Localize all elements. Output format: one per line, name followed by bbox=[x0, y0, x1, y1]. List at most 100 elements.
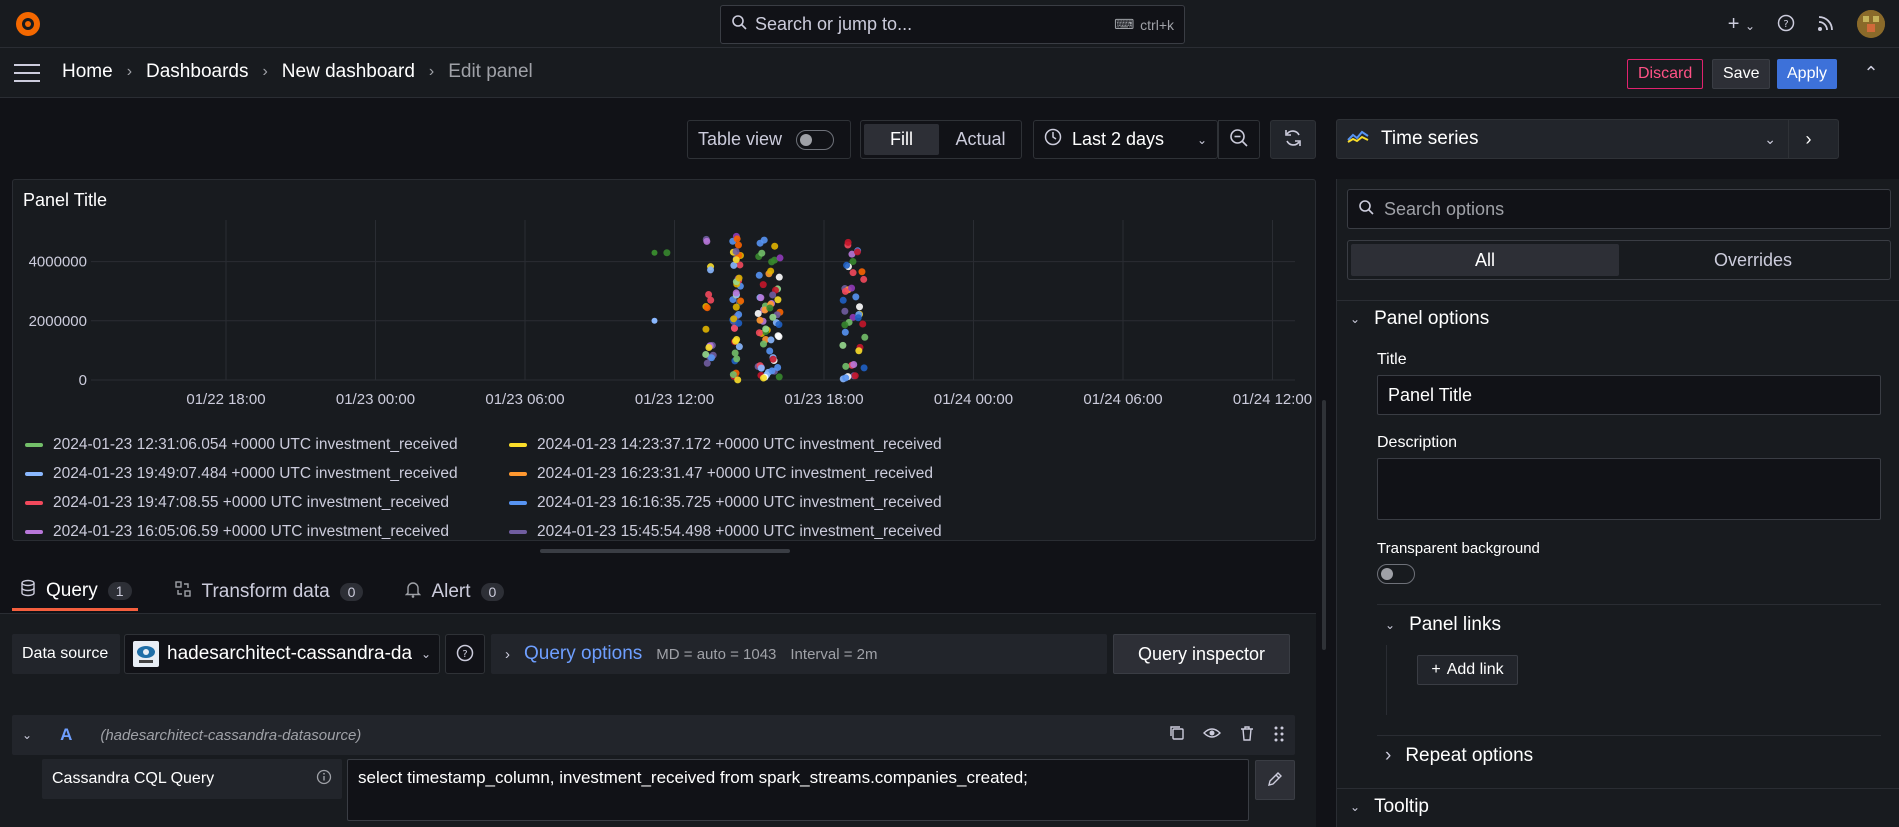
data-point bbox=[853, 248, 861, 256]
cql-label-text: Cassandra CQL Query bbox=[52, 770, 215, 787]
query-options-label[interactable]: Query options bbox=[524, 643, 642, 665]
data-point bbox=[703, 304, 711, 312]
panel-title[interactable]: Panel Title bbox=[23, 190, 107, 211]
news-feed-icon[interactable] bbox=[1817, 14, 1835, 35]
breadcrumb-dashboard[interactable]: New dashboard bbox=[282, 61, 415, 83]
legend-item[interactable]: 2024-01-23 12:31:06.054 +0000 UTC invest… bbox=[25, 436, 495, 454]
search-shortcut: ⌨ ctrl+k bbox=[1114, 16, 1174, 33]
transparent-bg-switch[interactable] bbox=[1377, 564, 1415, 584]
data-point bbox=[841, 328, 849, 336]
query-row-header[interactable]: ⌄ A (hadesarchitect-cassandra-datasource… bbox=[12, 715, 1295, 755]
zoom-out-button[interactable] bbox=[1218, 120, 1260, 159]
edit-query-button[interactable] bbox=[1255, 760, 1295, 800]
data-point bbox=[732, 248, 740, 256]
table-view-toggle[interactable]: Table view bbox=[687, 120, 851, 159]
data-point bbox=[703, 359, 711, 367]
table-view-switch[interactable] bbox=[796, 129, 835, 150]
query-options-bar[interactable]: › Query options MD = auto = 1043 Interva… bbox=[491, 634, 1107, 674]
legend-swatch bbox=[25, 442, 43, 447]
datasource-picker[interactable]: hadesarchitect-cassandra-da ⌄ bbox=[124, 634, 440, 674]
legend-item[interactable]: 2024-01-23 16:16:35.725 +0000 UTC invest… bbox=[509, 494, 942, 512]
eye-icon[interactable] bbox=[1203, 725, 1221, 746]
options-search-input[interactable]: Search options bbox=[1347, 189, 1891, 229]
transform-icon bbox=[174, 580, 192, 604]
query-inspector-button[interactable]: Query inspector bbox=[1113, 634, 1290, 674]
legend-item[interactable]: 2024-01-23 14:23:37.172 +0000 UTC invest… bbox=[509, 436, 942, 454]
tab-alert[interactable]: Alert 0 bbox=[397, 573, 510, 611]
chevron-down-icon[interactable]: ⌄ bbox=[22, 728, 32, 742]
data-point bbox=[755, 271, 763, 279]
search-bar[interactable]: Search or jump to... ⌨ ctrl+k bbox=[720, 5, 1185, 44]
legend-label: 2024-01-23 12:31:06.054 +0000 UTC invest… bbox=[53, 435, 458, 453]
time-series-icon bbox=[1347, 128, 1369, 150]
refresh-button[interactable] bbox=[1270, 120, 1316, 159]
data-point bbox=[732, 337, 740, 345]
scrollbar[interactable] bbox=[1322, 400, 1326, 650]
legend-label: 2024-01-23 16:23:31.47 +0000 UTC investm… bbox=[537, 464, 933, 482]
grafana-logo-icon[interactable] bbox=[14, 10, 42, 38]
breadcrumb-dashboards[interactable]: Dashboards bbox=[146, 61, 248, 83]
cassandra-logo-icon bbox=[133, 641, 159, 667]
data-point bbox=[731, 349, 739, 357]
tooltip-label: Tooltip bbox=[1374, 796, 1429, 817]
fill-button[interactable]: Fill bbox=[864, 124, 939, 155]
legend-label: 2024-01-23 16:05:06.59 +0000 UTC investm… bbox=[53, 522, 449, 540]
data-point bbox=[771, 242, 779, 250]
data-point bbox=[768, 258, 776, 266]
legend-item[interactable]: 2024-01-23 15:45:54.498 +0000 UTC invest… bbox=[509, 523, 942, 541]
visualization-picker[interactable]: Time series ⌄ › bbox=[1336, 119, 1839, 159]
tab-transform[interactable]: Transform data 0 bbox=[166, 573, 370, 611]
legend-item[interactable]: 2024-01-23 16:23:31.47 +0000 UTC investm… bbox=[509, 465, 933, 483]
legend-item[interactable]: 2024-01-23 19:47:08.55 +0000 UTC investm… bbox=[25, 494, 495, 512]
data-point bbox=[702, 325, 710, 333]
repeat-options-header[interactable]: › Repeat options bbox=[1385, 745, 1533, 767]
time-range-picker[interactable]: Last 2 days ⌄ bbox=[1033, 120, 1218, 159]
avatar[interactable] bbox=[1857, 10, 1885, 38]
datasource-help-button[interactable]: ? bbox=[445, 634, 485, 674]
panel-options-label: Panel options bbox=[1374, 308, 1490, 329]
legend-label: 2024-01-23 19:47:08.55 +0000 UTC investm… bbox=[53, 493, 449, 511]
chevron-right-icon[interactable]: › bbox=[1788, 120, 1828, 158]
data-point bbox=[733, 235, 741, 243]
add-link-button[interactable]: + Add link bbox=[1417, 655, 1518, 685]
resize-splitter[interactable] bbox=[540, 549, 790, 553]
legend-swatch bbox=[509, 442, 527, 447]
data-point bbox=[854, 314, 862, 322]
x-tick-label: 01/23 12:00 bbox=[635, 391, 714, 408]
search-icon bbox=[1358, 199, 1374, 220]
chevron-down-icon: ⌄ bbox=[1764, 130, 1776, 147]
x-tick-label: 01/24 12:00 bbox=[1233, 391, 1312, 408]
actual-button[interactable]: Actual bbox=[943, 124, 1018, 155]
description-input[interactable] bbox=[1377, 458, 1881, 520]
save-button[interactable]: Save bbox=[1712, 59, 1771, 89]
tab-all[interactable]: All bbox=[1351, 244, 1619, 276]
tab-query[interactable]: Query 1 bbox=[12, 573, 138, 611]
trash-icon[interactable] bbox=[1239, 725, 1255, 746]
tab-overrides[interactable]: Overrides bbox=[1619, 244, 1887, 276]
menu-icon[interactable] bbox=[14, 64, 40, 84]
tooltip-header[interactable]: ⌄ Tooltip bbox=[1350, 796, 1429, 818]
data-point bbox=[768, 367, 776, 375]
panel-links-header[interactable]: ⌄ Panel links bbox=[1385, 614, 1501, 636]
collapse-chevron-up-icon[interactable]: ⌃ bbox=[1860, 63, 1882, 85]
duplicate-icon[interactable] bbox=[1169, 725, 1185, 746]
data-point bbox=[858, 268, 866, 276]
datasource-label: Data source bbox=[12, 634, 120, 674]
title-input[interactable]: Panel Title bbox=[1377, 375, 1881, 415]
chevron-down-icon: ⌄ bbox=[1196, 132, 1207, 147]
legend-item[interactable]: 2024-01-23 19:49:07.484 +0000 UTC invest… bbox=[25, 465, 495, 483]
apply-button[interactable]: Apply bbox=[1777, 59, 1838, 89]
drag-handle-icon[interactable] bbox=[1273, 725, 1285, 746]
scatter-chart[interactable]: 01/22 18:00 01/23 00:00 01/23 06:00 01/23 1… bbox=[13, 220, 1316, 420]
query-ref-id[interactable]: A bbox=[60, 725, 72, 745]
help-icon[interactable]: ? bbox=[1777, 14, 1795, 35]
options-search-placeholder: Search options bbox=[1384, 198, 1505, 219]
add-new-icon[interactable]: + ⌄ bbox=[1728, 13, 1755, 36]
panel-options-header[interactable]: ⌄ Panel options bbox=[1350, 308, 1489, 330]
info-icon[interactable] bbox=[316, 769, 332, 790]
discard-button[interactable]: Discard bbox=[1627, 59, 1704, 89]
legend-item[interactable]: 2024-01-23 16:05:06.59 +0000 UTC investm… bbox=[25, 523, 495, 541]
breadcrumb-home[interactable]: Home bbox=[62, 61, 113, 83]
cql-query-input[interactable]: select timestamp_column, investment_rece… bbox=[347, 759, 1249, 821]
plus-icon: + bbox=[1431, 661, 1441, 678]
